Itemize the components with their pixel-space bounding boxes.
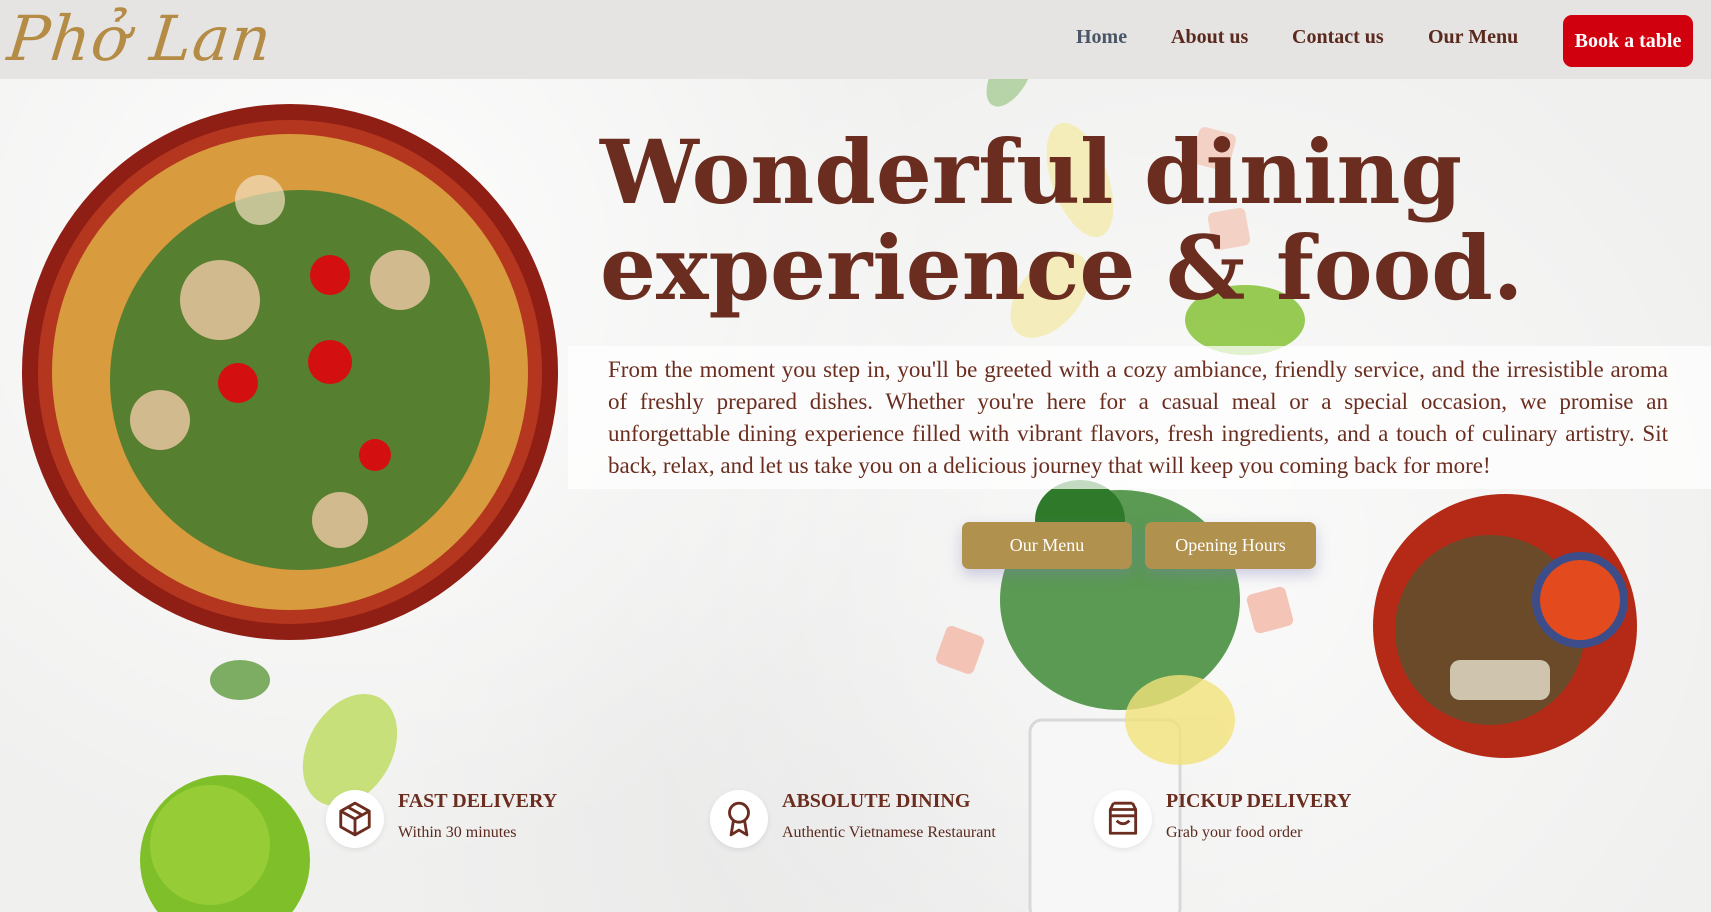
feature-title: PICKUP DELIVERY [1166,790,1352,812]
nav-home-link[interactable]: Home [1076,26,1127,49]
nav-about-link[interactable]: About us [1171,26,1248,49]
feature-title: FAST DELIVERY [398,790,558,812]
hero-title-line-2: experience & food. [600,216,1524,320]
feature-subtitle: Authentic Vietnamese Restaurant [782,824,996,841]
feature-title: ABSOLUTE DINING [782,790,971,812]
brand-logo[interactable]: Phở Lan [4,2,275,75]
shopping-bag-icon [1094,790,1152,848]
hero-description: From the moment you step in, you'll be g… [608,357,1668,478]
page: Phở Lan Home About us Contact us Our Men… [0,0,1711,912]
our-menu-button[interactable]: Our Menu [962,522,1132,569]
award-icon [710,790,768,848]
lime-image [140,693,398,912]
header-bar: Phở Lan Home About us Contact us Our Men… [0,0,1711,79]
nav-menu-link[interactable]: Our Menu [1428,26,1518,49]
feature-subtitle: Grab your food order [1166,824,1303,841]
side-dish-image [1373,494,1637,758]
box-icon [326,790,384,848]
nav-contact-link[interactable]: Contact us [1292,26,1384,49]
hero-title-line-1: Wonderful dining [600,120,1462,224]
book-table-button[interactable]: Book a table [1563,15,1693,67]
opening-hours-button[interactable]: Opening Hours [1145,522,1316,569]
hero-title: Wonderful dining experience & food. [600,124,1523,316]
pho-bowl-image [22,104,558,640]
feature-subtitle: Within 30 minutes [398,824,517,841]
